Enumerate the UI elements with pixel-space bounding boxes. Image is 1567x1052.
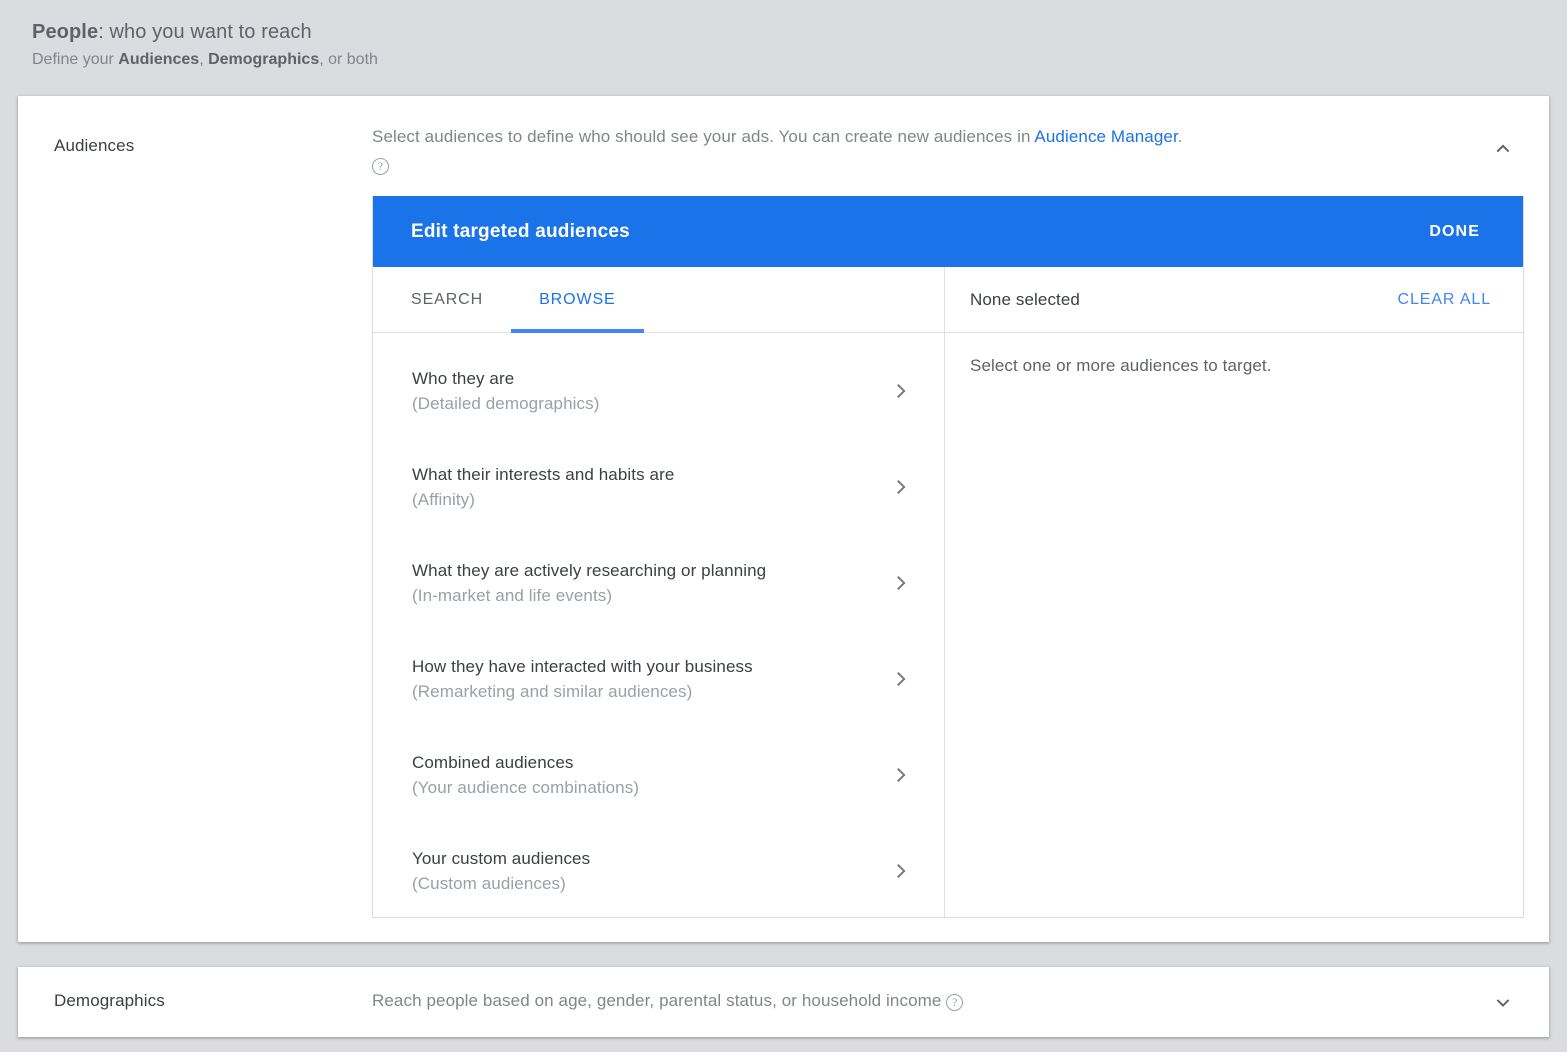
page-header: People: who you want to reach Define you… — [32, 18, 1032, 73]
list-item-title: What their interests and habits are — [412, 465, 675, 484]
list-item[interactable]: What their interests and habits are (Aff… — [373, 439, 944, 535]
selection-empty-hint: Select one or more audiences to target. — [970, 356, 1272, 375]
chevron-right-icon[interactable] — [888, 570, 914, 596]
browse-pane: SEARCH BROWSE Who they are (Detailed dem… — [373, 267, 945, 917]
chevron-right-icon[interactable] — [888, 378, 914, 404]
list-item-title: What they are actively researching or pl… — [412, 561, 767, 580]
list-item-subtitle: (Your audience combinations) — [412, 778, 640, 797]
list-item-text: What they are actively researching or pl… — [412, 558, 766, 608]
list-item-subtitle: (Detailed demographics) — [412, 394, 600, 413]
demographics-card[interactable]: Demographics Reach people based on age, … — [18, 967, 1549, 1037]
demographics-section-label: Demographics — [54, 991, 165, 1010]
list-item-subtitle: (In-market and life events) — [412, 586, 613, 605]
audiences-description: Select audiences to define who should se… — [372, 123, 1452, 179]
demographics-expand-toggle[interactable] — [1483, 983, 1523, 1023]
page-subtitle: Define your Audiences, Demographics, or … — [32, 47, 1032, 73]
page-subtitle-sep: , — [199, 51, 209, 68]
list-item[interactable]: Who they are (Detailed demographics) — [373, 343, 944, 439]
page-title: People: who you want to reach — [32, 18, 1032, 46]
page-subtitle-tail: , or both — [319, 51, 378, 68]
list-item-subtitle: (Custom audiences) — [412, 874, 566, 893]
dialog-body: SEARCH BROWSE Who they are (Detailed dem… — [373, 267, 1523, 917]
list-item-title: Who they are — [412, 369, 515, 388]
demographics-description: Reach people based on age, gender, paren… — [372, 991, 964, 1011]
list-item-title: Your custom audiences — [412, 849, 591, 868]
list-item-text: Who they are (Detailed demographics) — [412, 366, 600, 416]
page-subtitle-lead: Define your — [32, 51, 119, 68]
list-item-subtitle: (Remarketing and similar audiences) — [412, 682, 693, 701]
chevron-right-icon[interactable] — [888, 762, 914, 788]
list-item[interactable]: How they have interacted with your busin… — [373, 631, 944, 727]
dialog-header-bar: Edit targeted audiences DONE — [373, 196, 1523, 267]
help-circle-icon[interactable]: ? — [946, 993, 964, 1011]
list-item-text: Your custom audiences (Custom audiences) — [412, 846, 590, 896]
audience-manager-link[interactable]: Audience Manager — [1034, 127, 1177, 146]
list-item-subtitle: (Affinity) — [412, 490, 476, 509]
page-title-strong: People — [32, 21, 99, 43]
audiences-card: Audiences Select audiences to define who… — [18, 96, 1549, 942]
tab-search[interactable]: SEARCH — [383, 267, 511, 332]
chevron-down-icon — [1496, 999, 1510, 1007]
demographics-description-text: Reach people based on age, gender, paren… — [372, 991, 942, 1010]
selection-summary-bar: None selected CLEAR ALL — [945, 267, 1523, 333]
help-circle-icon[interactable]: ? — [372, 157, 389, 175]
list-item[interactable]: What they are actively researching or pl… — [373, 535, 944, 631]
chevron-right-icon[interactable] — [888, 474, 914, 500]
dialog-title: Edit targeted audiences — [411, 220, 630, 242]
list-item-text: What their interests and habits are (Aff… — [412, 462, 674, 512]
audiences-collapse-toggle[interactable] — [1483, 128, 1523, 168]
list-item-text: Combined audiences (Your audience combin… — [412, 750, 639, 800]
selected-count-label: None selected — [970, 289, 1080, 309]
browse-list[interactable]: Who they are (Detailed demographics) Wha… — [373, 333, 944, 917]
page-subtitle-demographics: Demographics — [208, 51, 320, 68]
list-item-text: How they have interacted with your busin… — [412, 654, 753, 704]
chevron-up-icon — [1496, 144, 1510, 153]
list-item[interactable]: Your custom audiences (Custom audiences) — [373, 823, 944, 917]
list-item-title: Combined audiences — [412, 753, 574, 772]
edit-targeted-audiences-dialog: Edit targeted audiences DONE SEARCH BROW… — [372, 196, 1524, 918]
audiences-description-text: Select audiences to define who should se… — [372, 127, 1035, 146]
selection-pane: None selected CLEAR ALL Select one or mo… — [945, 267, 1523, 917]
chevron-right-icon[interactable] — [888, 858, 914, 884]
page-title-rest: : who you want to reach — [98, 21, 312, 43]
dialog-tabs: SEARCH BROWSE — [373, 267, 944, 333]
chevron-right-icon[interactable] — [888, 666, 914, 692]
list-item[interactable]: Combined audiences (Your audience combin… — [373, 727, 944, 823]
audiences-description-period: . — [1177, 127, 1183, 146]
done-button[interactable]: DONE — [1419, 215, 1490, 249]
audiences-section-label: Audiences — [54, 136, 135, 155]
list-item-title: How they have interacted with your busin… — [412, 657, 753, 676]
clear-all-button[interactable]: CLEAR ALL — [1394, 285, 1495, 315]
tab-browse[interactable]: BROWSE — [511, 267, 644, 333]
page-subtitle-audiences: Audiences — [118, 51, 200, 68]
